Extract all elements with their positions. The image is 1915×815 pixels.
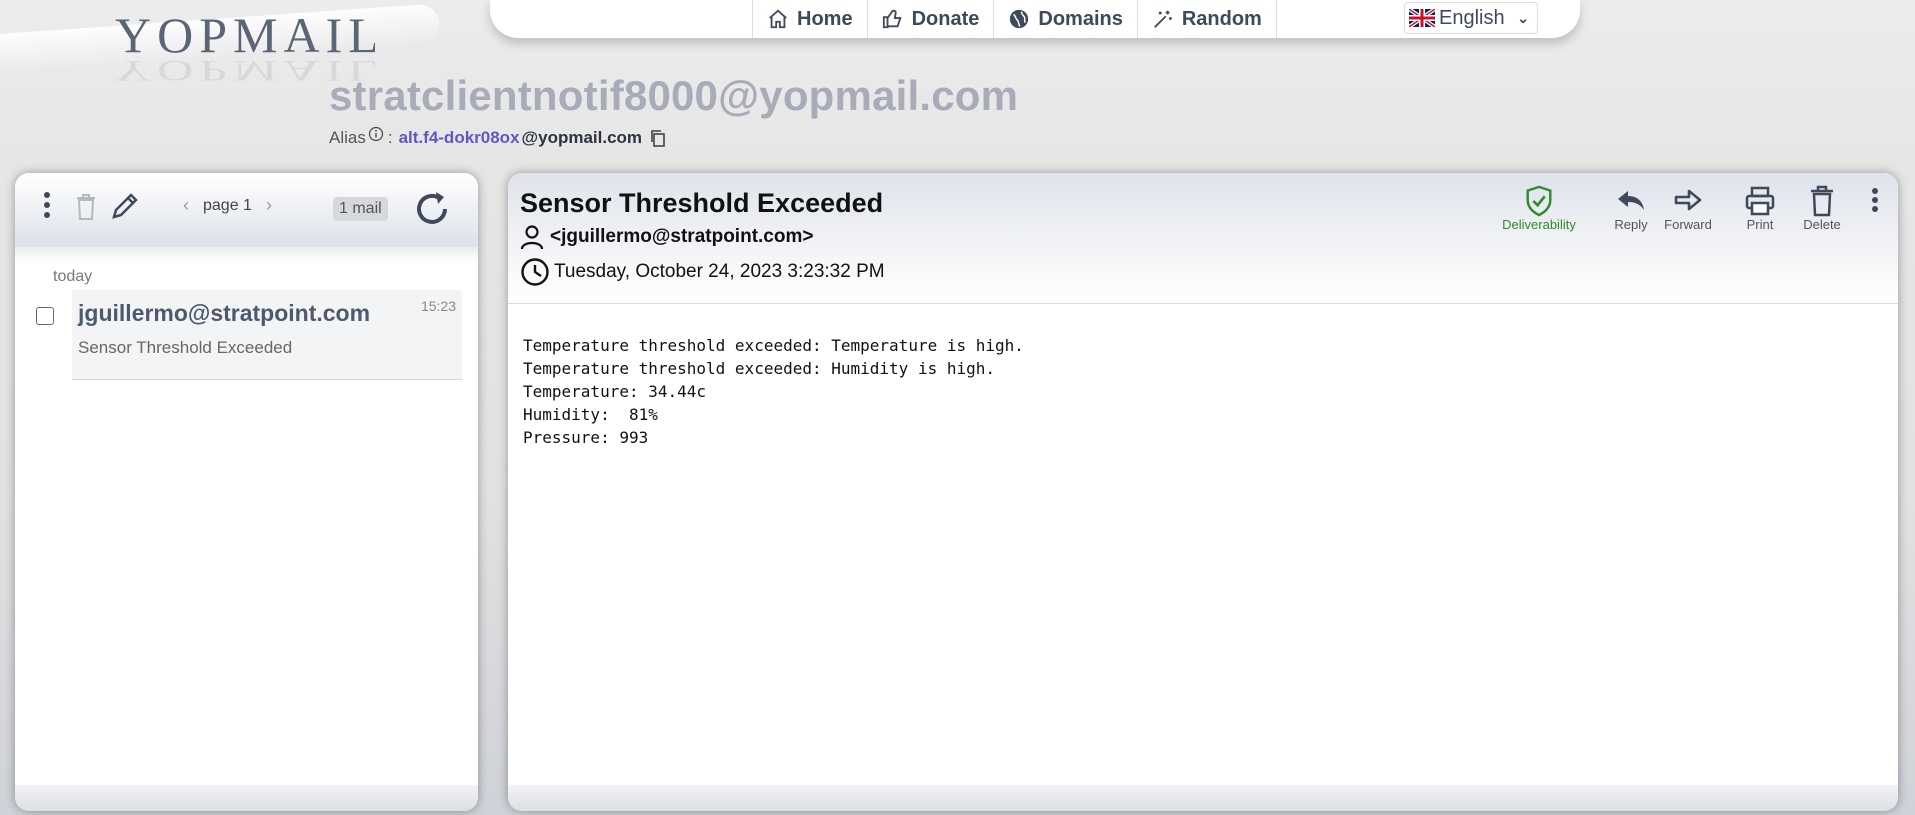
pagination: ‹ page 1 › — [183, 195, 272, 216]
alias-domain: @yopmail.com — [521, 128, 643, 147]
day-label: today — [53, 268, 93, 285]
mail-time: 15:23 — [420, 298, 456, 314]
alias-name[interactable]: alt.f4-dokr08ox — [399, 128, 520, 148]
person-icon — [520, 225, 544, 250]
reply-button[interactable]: Reply — [1604, 185, 1658, 232]
mail-subject: Sensor Threshold Exceeded — [78, 338, 293, 357]
message-header: Sensor Threshold Exceeded <jguillermo@st… — [508, 173, 1898, 304]
reply-label: Reply — [1614, 217, 1648, 232]
message-actions: Deliverability Reply Forward Print Delet… — [1494, 185, 1898, 232]
forward-button[interactable]: Forward — [1658, 185, 1718, 232]
page-label: page 1 — [203, 196, 252, 214]
alias-separator: : — [387, 128, 393, 147]
delete-label: Delete — [1803, 217, 1841, 232]
message-subject: Sensor Threshold Exceeded — [520, 188, 884, 218]
nav-random[interactable]: Random — [1136, 0, 1277, 38]
nav-domains-label: Domains — [1038, 7, 1123, 30]
nav-donate[interactable]: Donate — [866, 0, 994, 38]
deliverability-label: Deliverability — [1502, 217, 1576, 232]
refresh-icon[interactable] — [412, 189, 452, 229]
more-options-button[interactable] — [1852, 185, 1898, 217]
print-button[interactable]: Print — [1730, 185, 1790, 232]
alias-row: Alias : alt.f4-dokr08ox @yopmail.com — [329, 126, 668, 148]
mail-list-toolbar: ‹ page 1 › 1 mail — [15, 173, 478, 247]
magic-wand-icon — [1153, 10, 1172, 28]
mail-select-checkbox[interactable] — [36, 307, 54, 325]
inbox-address: stratclientnotif8000@yopmail.com — [329, 72, 1019, 119]
print-label: Print — [1746, 217, 1774, 232]
clock-icon — [521, 258, 549, 286]
copy-icon[interactable] — [648, 128, 668, 148]
next-page-icon[interactable]: › — [266, 195, 272, 216]
nav-home[interactable]: Home — [752, 0, 867, 38]
reply-icon — [1618, 191, 1644, 210]
message-body: Temperature threshold exceeded: Temperat… — [523, 336, 1024, 447]
forward-icon — [1674, 189, 1702, 211]
list-item[interactable]: jguillermo@stratpoint.com Sensor Thresho… — [72, 290, 462, 380]
compose-pencil-icon[interactable] — [110, 191, 140, 221]
more-options-icon — [1872, 188, 1878, 212]
more-options-icon[interactable] — [43, 191, 51, 219]
mail-list-footer — [15, 785, 478, 811]
nav-domains[interactable]: Domains — [993, 0, 1136, 38]
message-sender: <jguillermo@stratpoint.com> — [520, 224, 813, 250]
mail-list-panel: ‹ page 1 › 1 mail today jguillermo@strat… — [15, 173, 478, 811]
language-select[interactable]: English ⌄ — [1404, 2, 1538, 34]
globe-icon — [1010, 9, 1029, 29]
chevron-down-icon: ⌄ — [1517, 9, 1529, 26]
alias-label: Alias — [329, 128, 366, 147]
nav-donate-label: Donate — [911, 7, 980, 30]
trash-icon — [1811, 185, 1833, 217]
nav-random-label: Random — [1181, 7, 1262, 30]
home-icon — [769, 9, 787, 29]
shield-check-icon — [1526, 185, 1552, 217]
toolbar-shadow — [15, 247, 478, 261]
mail-count-badge: 1 mail — [333, 197, 388, 221]
prev-page-icon[interactable]: ‹ — [183, 195, 189, 216]
uk-flag-icon — [1409, 9, 1435, 27]
message-panel: Sensor Threshold Exceeded <jguillermo@st… — [508, 173, 1898, 811]
mail-sender: jguillermo@stratpoint.com — [78, 300, 371, 326]
forward-label: Forward — [1664, 217, 1712, 232]
delete-button[interactable]: Delete — [1792, 185, 1852, 232]
language-label: English — [1439, 6, 1505, 29]
thumbs-up-icon — [882, 9, 902, 29]
deliverability-button[interactable]: Deliverability — [1494, 185, 1584, 232]
nav-home-label: Home — [797, 7, 853, 30]
printer-icon — [1745, 186, 1775, 216]
top-nav-items: Home Donate Domains Random — [752, 0, 1277, 38]
message-date: Tuesday, October 24, 2023 3:23:32 PM — [520, 257, 885, 287]
sender-address: <jguillermo@stratpoint.com> — [550, 226, 814, 247]
trash-icon[interactable] — [75, 193, 97, 221]
date-text: Tuesday, October 24, 2023 3:23:32 PM — [554, 261, 885, 282]
info-icon[interactable] — [368, 126, 384, 142]
message-footer — [508, 785, 1898, 811]
